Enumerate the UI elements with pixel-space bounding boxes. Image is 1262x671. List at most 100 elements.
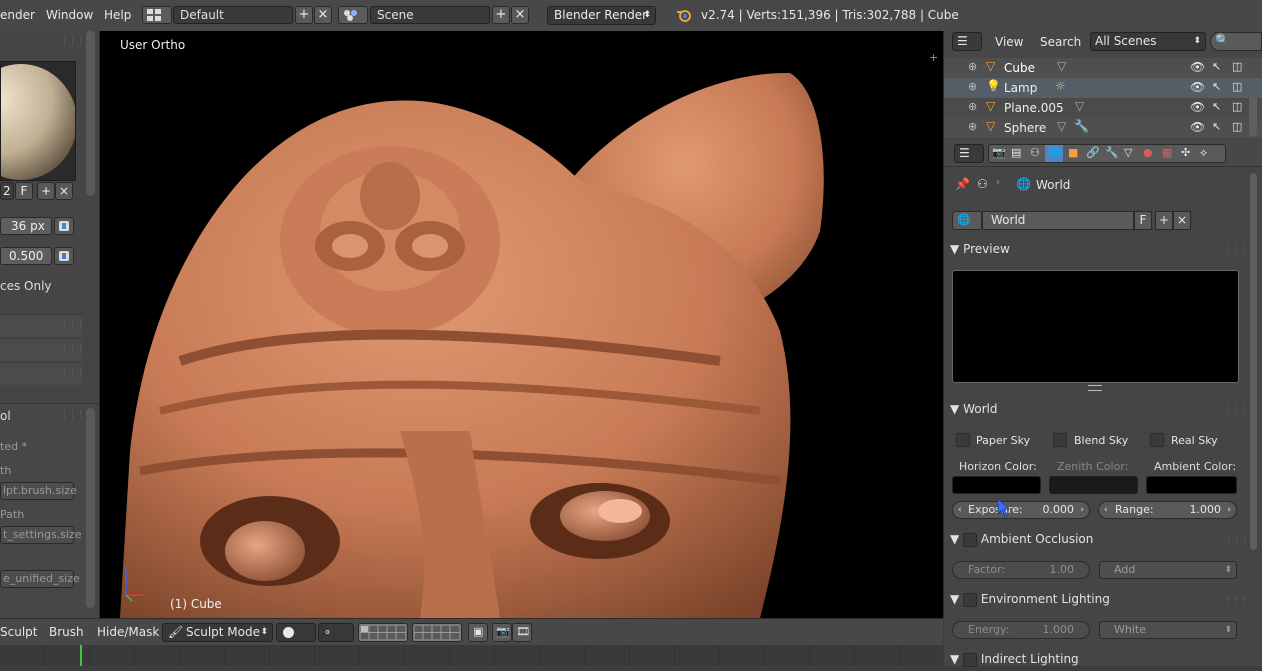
brush-preview-thumbnail[interactable] bbox=[0, 61, 76, 181]
ao-factor-field[interactable]: Factor: 1.00 bbox=[952, 561, 1090, 579]
indirect-lighting-checkbox[interactable] bbox=[963, 652, 978, 667]
outliner-row[interactable]: ⊕ ▽ Sphere ▽ 🔧 👁 ↖ ◫ bbox=[944, 118, 1262, 138]
scene-icon-dropdown[interactable] bbox=[338, 6, 368, 24]
real-sky-checkbox[interactable] bbox=[1150, 433, 1164, 447]
env-energy-field[interactable]: Energy: 1.000 bbox=[952, 621, 1090, 639]
selectable-cursor-icon[interactable]: ↖ bbox=[1212, 80, 1221, 93]
viewport-shading-dropdown[interactable] bbox=[276, 623, 316, 642]
constraints-link-icon[interactable]: 🔗 bbox=[1086, 146, 1100, 159]
scene-field[interactable]: Scene bbox=[370, 6, 490, 24]
menu-sculpt[interactable]: Sculpt bbox=[0, 625, 37, 639]
render-camera-icon[interactable]: 📷 bbox=[992, 146, 1006, 159]
object-cube-icon[interactable]: ■ bbox=[1068, 146, 1078, 159]
timeline-strip[interactable] bbox=[0, 645, 943, 666]
tool-sub-panel-scrollbar[interactable] bbox=[86, 408, 95, 608]
expand-icon[interactable]: ⊕ bbox=[968, 60, 977, 73]
texture-checker-icon[interactable]: ▦ bbox=[1162, 146, 1172, 159]
outliner-row[interactable]: ⊕ 💡 Lamp ☼ 👁 ↖ ◫ bbox=[944, 78, 1262, 98]
brush-radius-field[interactable]: 36 px bbox=[0, 217, 52, 235]
data-path-field[interactable]: lpt.brush.size bbox=[0, 482, 77, 500]
modifiers-wrench-icon[interactable]: 🔧 bbox=[1105, 146, 1119, 159]
selectable-cursor-icon[interactable]: ↖ bbox=[1212, 120, 1221, 133]
menu-render[interactable]: ender bbox=[0, 8, 35, 22]
collapsed-panel-texture[interactable]: ⋮⋮⋮ bbox=[0, 314, 85, 337]
blend-sky-checkbox[interactable] bbox=[1053, 433, 1067, 447]
world-panel-header[interactable]: ▼ World bbox=[950, 397, 1248, 421]
brush-fake-user-button[interactable]: F bbox=[15, 182, 33, 200]
ambient-occlusion-checkbox[interactable] bbox=[963, 532, 978, 547]
visibility-eye-icon[interactable]: 👁 bbox=[1190, 100, 1205, 114]
mesh-data-icon[interactable]: ▽ bbox=[1124, 146, 1132, 159]
lock-layers-button[interactable]: ▣ bbox=[468, 623, 488, 642]
collapsed-panel-stroke[interactable]: ⋮⋮⋮ bbox=[0, 338, 85, 361]
brush-strength-field[interactable]: 0.500 bbox=[0, 247, 52, 265]
expand-icon[interactable]: ⊕ bbox=[968, 100, 977, 113]
horizon-color-swatch[interactable] bbox=[952, 476, 1041, 494]
mode-dropdown[interactable]: 🖌 Sculpt Mode ⬍ bbox=[162, 623, 273, 642]
world-browse-dropdown[interactable]: 🌐 bbox=[952, 211, 982, 230]
render-opengl-button[interactable]: 📷 bbox=[492, 623, 512, 642]
add-screen-button[interactable]: + bbox=[295, 6, 313, 24]
range-field[interactable]: ‹ Range: 1.000 › bbox=[1098, 501, 1237, 519]
outliner-scrollbar[interactable] bbox=[1249, 93, 1257, 137]
selectable-cursor-icon[interactable]: ↖ bbox=[1212, 100, 1221, 113]
increment-arrow-icon[interactable]: › bbox=[1080, 502, 1084, 518]
exposure-field[interactable]: ‹ Exposure: 0.000 › bbox=[952, 501, 1090, 519]
add-brush-button[interactable]: + bbox=[37, 182, 55, 200]
menu-brush[interactable]: Brush bbox=[49, 625, 84, 639]
panel-grip-icon[interactable]: ⋮⋮⋮ bbox=[1224, 245, 1249, 255]
outliner-item-name[interactable]: Plane.005 bbox=[1004, 101, 1064, 115]
decrement-arrow-icon[interactable]: ‹ bbox=[1104, 502, 1108, 518]
ambient-occlusion-panel-header[interactable]: ▼ Ambient Occlusion bbox=[950, 527, 1248, 551]
region-toggle-plus-icon[interactable]: + bbox=[929, 51, 938, 64]
layer-buttons-group-2[interactable] bbox=[412, 623, 462, 642]
outliner-item-name[interactable]: Lamp bbox=[1004, 81, 1037, 95]
3d-viewport[interactable]: User Ortho (1) Cube + bbox=[100, 31, 944, 618]
physics-icon[interactable]: ⟡ bbox=[1200, 146, 1207, 160]
screen-layout-field[interactable]: Default bbox=[173, 6, 293, 24]
visibility-eye-icon[interactable]: 👁 bbox=[1190, 60, 1205, 74]
screen-layout-icon-dropdown[interactable] bbox=[142, 6, 172, 24]
editor-type-dropdown[interactable]: ☰ bbox=[952, 32, 982, 51]
visibility-eye-icon[interactable]: 👁 bbox=[1190, 80, 1205, 94]
world-name-field[interactable]: World bbox=[982, 211, 1134, 230]
indirect-lighting-panel-header[interactable]: ▼ Indirect Lighting bbox=[950, 647, 1248, 671]
pin-icon[interactable]: 📌 bbox=[955, 177, 970, 191]
renderable-camera-icon[interactable]: ◫ bbox=[1232, 80, 1242, 93]
zenith-color-swatch[interactable] bbox=[1049, 476, 1138, 494]
renderable-camera-icon[interactable]: ◫ bbox=[1232, 60, 1242, 73]
visibility-eye-icon[interactable]: 👁 bbox=[1190, 120, 1205, 134]
render-animation-button[interactable]: 🎞 bbox=[512, 623, 532, 642]
menu-help[interactable]: Help bbox=[104, 8, 131, 22]
world-fake-user-button[interactable]: F bbox=[1134, 211, 1152, 230]
preview-panel-header[interactable]: ▼ Preview bbox=[950, 237, 1248, 261]
unlink-world-button[interactable]: × bbox=[1173, 211, 1191, 230]
remove-screen-button[interactable]: × bbox=[314, 6, 332, 24]
outliner-search-field[interactable]: 🔍 bbox=[1210, 32, 1262, 51]
render-engine-dropdown[interactable]: Blender Render ⬍ bbox=[547, 6, 656, 25]
outliner-row[interactable]: ⊕ ▽ Cube ▽ 👁 ↖ ◫ bbox=[944, 58, 1262, 78]
tool-shelf-scrollbar[interactable] bbox=[86, 31, 95, 196]
renderable-camera-icon[interactable]: ◫ bbox=[1232, 100, 1242, 113]
menu-view[interactable]: View bbox=[995, 35, 1023, 49]
increment-arrow-icon[interactable]: › bbox=[1227, 502, 1231, 518]
environment-lighting-panel-header[interactable]: ▼ Environment Lighting bbox=[950, 587, 1248, 611]
scene-icon[interactable]: ⚇ bbox=[1030, 146, 1040, 159]
remove-brush-button[interactable]: × bbox=[55, 182, 73, 200]
add-scene-button[interactable]: + bbox=[492, 6, 510, 24]
menu-hide-mask[interactable]: Hide/Mask bbox=[97, 625, 159, 639]
remove-scene-button[interactable]: × bbox=[511, 6, 529, 24]
panel-grip-icon[interactable]: ⋮⋮⋮ bbox=[1224, 595, 1249, 605]
outliner-item-name[interactable]: Cube bbox=[1004, 61, 1035, 75]
unified-path-field[interactable]: e_unified_size bbox=[0, 570, 80, 588]
expand-icon[interactable]: ⊕ bbox=[968, 80, 977, 93]
collapsed-panel-curve[interactable]: ⋮⋮⋮ bbox=[0, 362, 85, 385]
ambient-color-swatch[interactable] bbox=[1146, 476, 1237, 494]
radius-pressure-button[interactable] bbox=[54, 217, 74, 235]
render-layers-icon[interactable]: ▤ bbox=[1011, 146, 1021, 159]
display-mode-dropdown[interactable]: All Scenes ⬍ bbox=[1090, 32, 1206, 51]
selectable-cursor-icon[interactable]: ↖ bbox=[1212, 60, 1221, 73]
front-faces-only-label[interactable]: ces Only bbox=[0, 279, 52, 293]
renderable-camera-icon[interactable]: ◫ bbox=[1232, 120, 1242, 133]
particles-icon[interactable]: ✣ bbox=[1181, 146, 1190, 159]
